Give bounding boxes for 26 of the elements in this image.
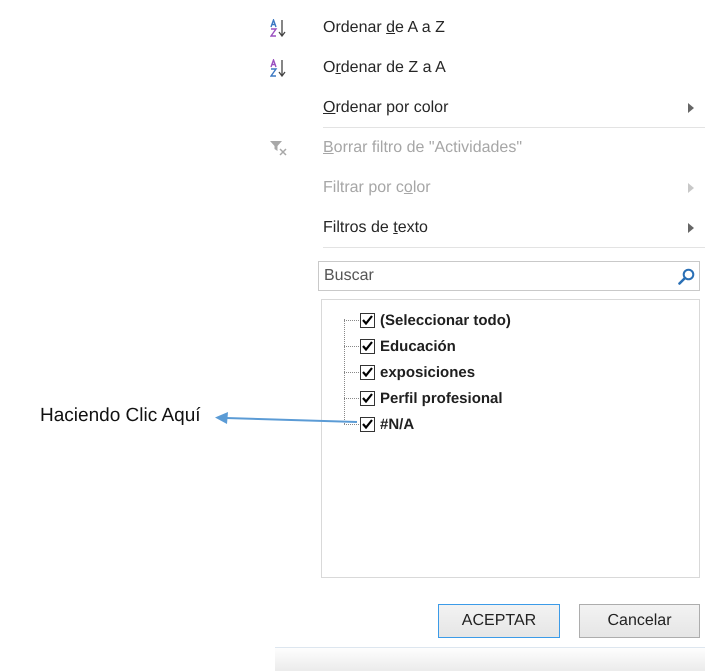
checkbox[interactable] [360,364,375,380]
search-box[interactable]: Buscar [318,261,700,291]
annotation-text: Haciendo Clic Aquí [40,405,201,427]
menu-item[interactable]: Ordenar por color [323,99,688,117]
checkbox[interactable] [360,338,375,354]
cancel-button[interactable]: Cancelar [579,604,700,638]
sort-icon [270,19,287,37]
search-field[interactable]: Buscar [322,266,678,286]
checkbox[interactable] [360,416,375,432]
search-icon [678,268,695,284]
checkbox[interactable] [360,312,375,328]
value-label: exposiciones [380,364,476,380]
submenu-arrow-icon [688,223,694,233]
checkbox[interactable] [360,390,375,406]
menu-item[interactable]: Ordenar de Z a A [323,59,705,77]
menu-item[interactable]: Filtros de texto [323,219,688,237]
clear-filter-icon [270,140,288,156]
value-label: #N/A [380,416,414,432]
submenu-arrow-icon [688,183,694,193]
value-label: Perfil profesional [380,390,503,406]
submenu-arrow-icon [688,103,694,113]
ok-button[interactable]: ACEPTAR [438,604,560,638]
value-label: (Seleccionar todo) [380,312,511,328]
value-label: Educación [380,338,456,354]
sort-icon [270,59,287,77]
menu-item[interactable]: Ordenar de A a Z [323,19,705,37]
